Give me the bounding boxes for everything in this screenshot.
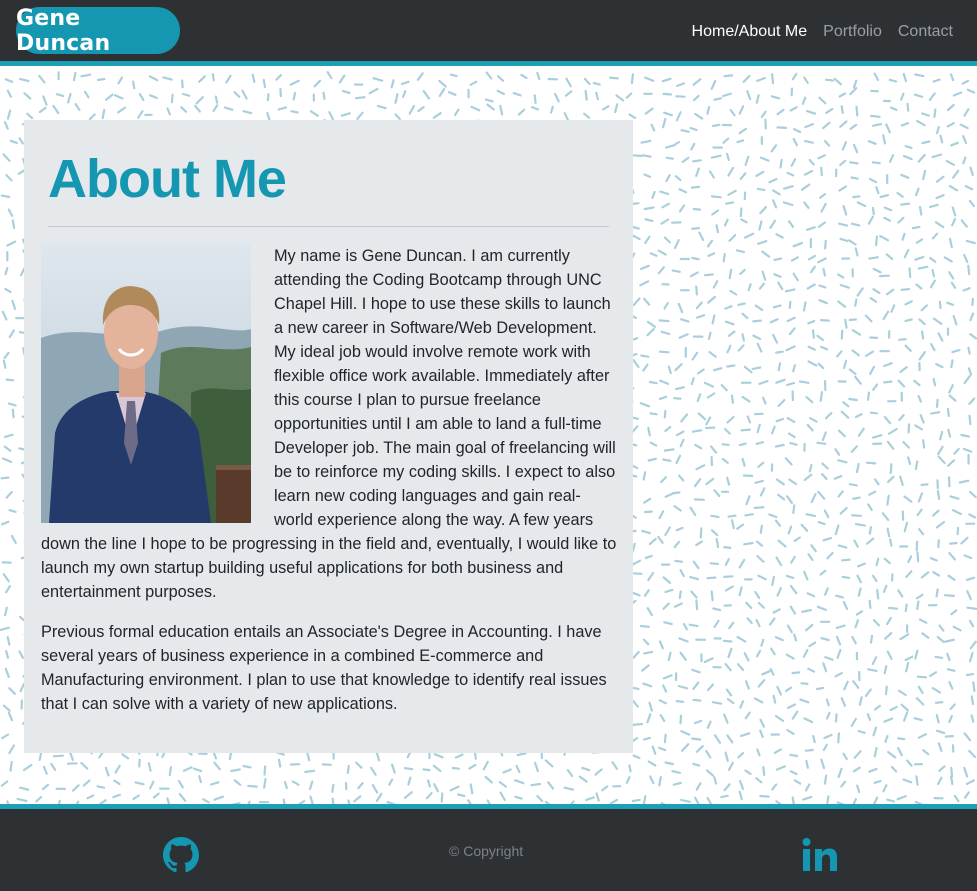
about-paragraph-1a: My name is Gene Duncan. I am currently a… (274, 247, 616, 529)
divider (48, 226, 609, 227)
about-card: About Me My name is Gene Duncan. I am cu… (24, 120, 633, 753)
nav-link-contact[interactable]: Contact (898, 23, 953, 41)
footer: © Copyright (0, 804, 977, 891)
brand-logo[interactable]: Gene Duncan (16, 6, 180, 56)
nav-links: Home/About Me Portfolio Contact (692, 23, 953, 41)
profile-photo (41, 243, 251, 523)
about-paragraph-1b: down the line I hope to be progressing i… (41, 535, 617, 601)
nav-link-home[interactable]: Home/About Me (692, 23, 808, 41)
navbar: Gene Duncan Home/About Me Portfolio Cont… (0, 0, 977, 66)
page-title: About Me (48, 149, 287, 209)
nav-link-portfolio[interactable]: Portfolio (823, 23, 882, 41)
github-icon[interactable] (163, 837, 199, 873)
linkedin-icon[interactable] (801, 837, 839, 873)
about-paragraph-2: Previous formal education entails an Ass… (41, 623, 607, 713)
copyright-text: © Copyright (449, 843, 524, 859)
